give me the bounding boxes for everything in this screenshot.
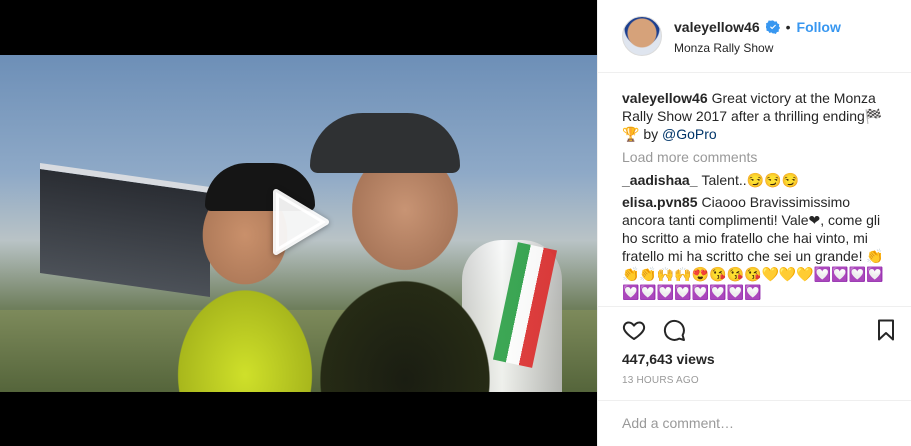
location-link[interactable]: Monza Rally Show xyxy=(674,41,773,55)
comment-username[interactable]: _aadishaa_ xyxy=(622,172,698,188)
caption-username[interactable]: valeyellow46 xyxy=(622,90,708,106)
verified-badge-icon xyxy=(765,20,780,34)
header-username[interactable]: valeyellow46 xyxy=(674,19,760,35)
timestamp[interactable]: 13 HOURS AGO xyxy=(622,375,699,386)
list-item: elisa.pvn85 Ciaooo Bravissimissimo ancora… xyxy=(622,193,894,301)
comment-username[interactable]: elisa.pvn85 xyxy=(622,194,698,210)
comment-icon[interactable] xyxy=(662,318,686,342)
load-more-comments-button[interactable]: Load more comments xyxy=(622,148,894,166)
caption: valeyellow46 Great victory at the Monza R… xyxy=(622,89,894,143)
bookmark-icon[interactable] xyxy=(874,318,898,342)
post-actions: 447,643 views 13 HOURS AGO xyxy=(598,306,911,406)
add-comment-bar xyxy=(598,400,911,446)
comment-text: Talent..😏😏😏 xyxy=(701,172,799,188)
heart-icon[interactable] xyxy=(622,318,646,342)
driver-right-cap xyxy=(310,113,460,173)
post-side-panel: valeyellow46 • Follow Monza Rally Show v… xyxy=(597,0,911,446)
views-count[interactable]: 447,643 views xyxy=(622,351,715,367)
action-icons xyxy=(622,318,894,342)
play-icon[interactable] xyxy=(266,188,334,256)
avatar[interactable] xyxy=(622,16,662,56)
follow-button[interactable]: Follow xyxy=(797,19,841,35)
header-separator: • xyxy=(785,19,791,35)
list-item: _aadishaa_ Talent..😏😏😏 xyxy=(622,171,894,189)
media-pane xyxy=(0,0,597,446)
header-user-row: valeyellow46 • Follow xyxy=(674,19,841,35)
comment-input[interactable] xyxy=(622,413,892,433)
comments-list: valeyellow46 Great victory at the Monza R… xyxy=(622,89,894,305)
post-header: valeyellow46 • Follow Monza Rally Show xyxy=(598,0,911,73)
caption-mention[interactable]: @GoPro xyxy=(662,126,717,142)
